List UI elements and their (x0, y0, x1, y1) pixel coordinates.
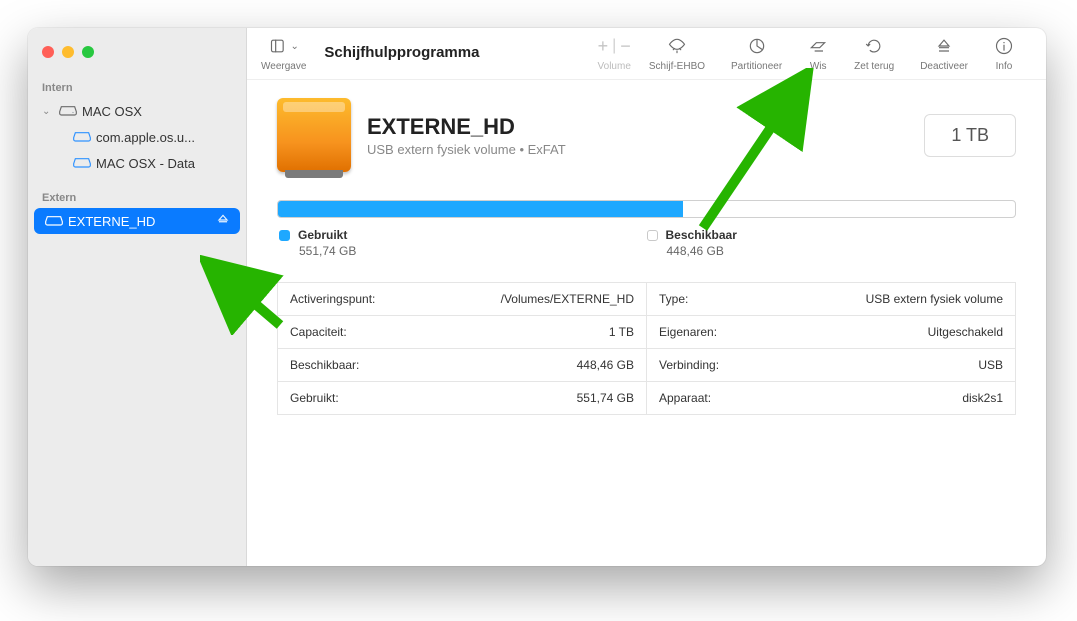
sidebar-item-com-apple-os[interactable]: com.apple.os.u... (28, 124, 246, 150)
toolbar-label: Wis (810, 61, 827, 72)
app-title: Schijfhulpprogramma (324, 44, 479, 61)
window-controls (28, 38, 246, 76)
toolbar-label: Info (996, 61, 1013, 72)
unmount-button[interactable]: Deactiveer (912, 32, 976, 72)
volume-name: EXTERNE_HD (367, 114, 566, 140)
details-table: Activeringspunt:/Volumes/EXTERNE_HD Capa… (277, 282, 1016, 415)
close-window-button[interactable] (42, 46, 54, 58)
external-drive-icon (277, 98, 351, 172)
sidebar-item-label: MAC OSX (82, 104, 236, 119)
volume-icon (72, 152, 90, 175)
toolbar-label: Schijf-EHBO (649, 61, 705, 72)
zoom-window-button[interactable] (82, 46, 94, 58)
detail-row-device: Apparaat:disk2s1 (647, 382, 1015, 414)
sidebar-external-heading: Extern (28, 186, 246, 208)
chevron-down-icon: ⌄ (42, 106, 54, 117)
usage-bar (277, 200, 1016, 218)
volume-icon (72, 126, 90, 149)
volume-subtitle: USB extern fysiek volume • ExFAT (367, 142, 566, 157)
volume-button: +|− Volume (598, 32, 631, 72)
legend-free-label: Beschikbaar (666, 228, 737, 242)
first-aid-button[interactable]: Schijf-EHBO (641, 32, 713, 72)
detail-row-type: Type:USB extern fysiek volume (647, 283, 1015, 316)
legend-used-value: 551,74 GB (279, 244, 647, 258)
view-button[interactable]: ⌄ Weergave (261, 32, 306, 72)
sidebar-item-label: com.apple.os.u... (96, 130, 236, 145)
volume-icon (44, 210, 62, 233)
sidebar: Intern ⌄ MAC OSX com.apple.os.u... MAC O… (28, 28, 247, 566)
sidebar-item-externe-hd[interactable]: EXTERNE_HD (34, 208, 240, 234)
info-button[interactable]: Info (986, 32, 1022, 72)
toolbar-label: Volume (598, 61, 631, 72)
volume-title-block: EXTERNE_HD USB extern fysiek volume • Ex… (367, 114, 566, 157)
detail-row-owners: Eigenaren:Uitgeschakeld (647, 316, 1015, 349)
toolbar-label: Weergave (261, 61, 306, 72)
detail-row-capacity: Capaciteit:1 TB (278, 316, 646, 349)
toolbar-label: Partitioneer (731, 61, 782, 72)
minimize-window-button[interactable] (62, 46, 74, 58)
sidebar-item-mac-osx-data[interactable]: MAC OSX - Data (28, 150, 246, 176)
toolbar-label: Zet terug (854, 61, 894, 72)
legend-free-value: 448,46 GB (647, 244, 1015, 258)
detail-row-used: Gebruikt:551,74 GB (278, 382, 646, 414)
sidebar-item-label: EXTERNE_HD (68, 214, 216, 229)
detail-row-mountpoint: Activeringspunt:/Volumes/EXTERNE_HD (278, 283, 646, 316)
details-right-column: Type:USB extern fysiek volume Eigenaren:… (647, 283, 1015, 414)
eject-icon[interactable] (216, 213, 230, 230)
partition-button[interactable]: Partitioneer (723, 32, 790, 72)
sidebar-internal-heading: Intern (28, 76, 246, 98)
disk-icon (58, 100, 76, 123)
toolbar: ⌄ Weergave Schijfhulpprogramma +|− Volum… (247, 28, 1046, 80)
sidebar-item-mac-osx[interactable]: ⌄ MAC OSX (28, 98, 246, 124)
main-content: ⌄ Weergave Schijfhulpprogramma +|− Volum… (247, 28, 1046, 566)
erase-button[interactable]: Wis (800, 32, 836, 72)
capacity-badge: 1 TB (924, 114, 1016, 157)
legend-swatch-used (279, 230, 290, 241)
usage-used-segment (278, 201, 683, 217)
detail-row-connection: Verbinding:USB (647, 349, 1015, 382)
usage-section: Gebruikt 551,74 GB Beschikbaar 448,46 GB (247, 182, 1046, 264)
app-window: Intern ⌄ MAC OSX com.apple.os.u... MAC O… (28, 28, 1046, 566)
details-section: Activeringspunt:/Volumes/EXTERNE_HD Capa… (247, 264, 1046, 435)
sidebar-item-label: MAC OSX - Data (96, 156, 236, 171)
restore-button[interactable]: Zet terug (846, 32, 902, 72)
legend-used-label: Gebruikt (298, 228, 347, 242)
legend-free: Beschikbaar 448,46 GB (647, 228, 1015, 258)
legend-used: Gebruikt 551,74 GB (279, 228, 647, 258)
legend-swatch-free (647, 230, 658, 241)
volume-header: EXTERNE_HD USB extern fysiek volume • Ex… (247, 80, 1046, 182)
details-left-column: Activeringspunt:/Volumes/EXTERNE_HD Capa… (278, 283, 647, 414)
toolbar-label: Deactiveer (920, 61, 968, 72)
detail-row-available: Beschikbaar:448,46 GB (278, 349, 646, 382)
